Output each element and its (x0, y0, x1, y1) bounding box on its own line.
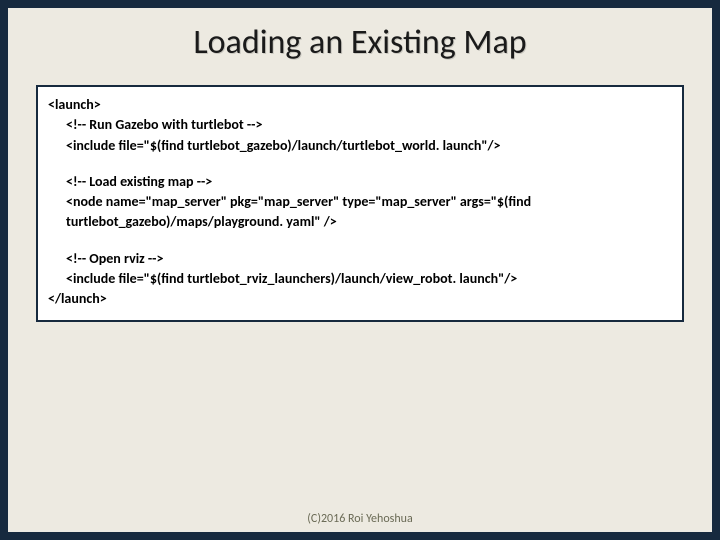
code-line: <!-- Run Gazebo with turtlebot --> (48, 115, 672, 135)
slide-title: Loading an Existing Map (8, 22, 712, 63)
code-block-map: <!-- Load existing map --> <node name="m… (48, 172, 672, 233)
code-line: <!-- Load existing map --> (48, 172, 672, 192)
code-line: <include file="$(find turtlebot_rviz_lau… (48, 269, 672, 289)
code-line: <include file="$(find turtlebot_gazebo)/… (48, 136, 672, 156)
code-line: <!-- Open rviz --> (48, 249, 672, 269)
code-line: </launch> (48, 290, 107, 307)
code-block-gazebo: <launch> <!-- Run Gazebo with turtlebot … (48, 95, 672, 156)
footer-copyright: (C)2016 Roi Yehoshua (8, 512, 712, 526)
code-line: <node name="map_server" pkg="map_server"… (48, 192, 672, 233)
code-line: <launch> (48, 96, 101, 113)
slide: Loading an Existing Map <launch> <!-- Ru… (0, 0, 720, 540)
code-box: <launch> <!-- Run Gazebo with turtlebot … (36, 85, 684, 322)
code-block-rviz: <!-- Open rviz --> <include file="$(find… (48, 249, 672, 310)
